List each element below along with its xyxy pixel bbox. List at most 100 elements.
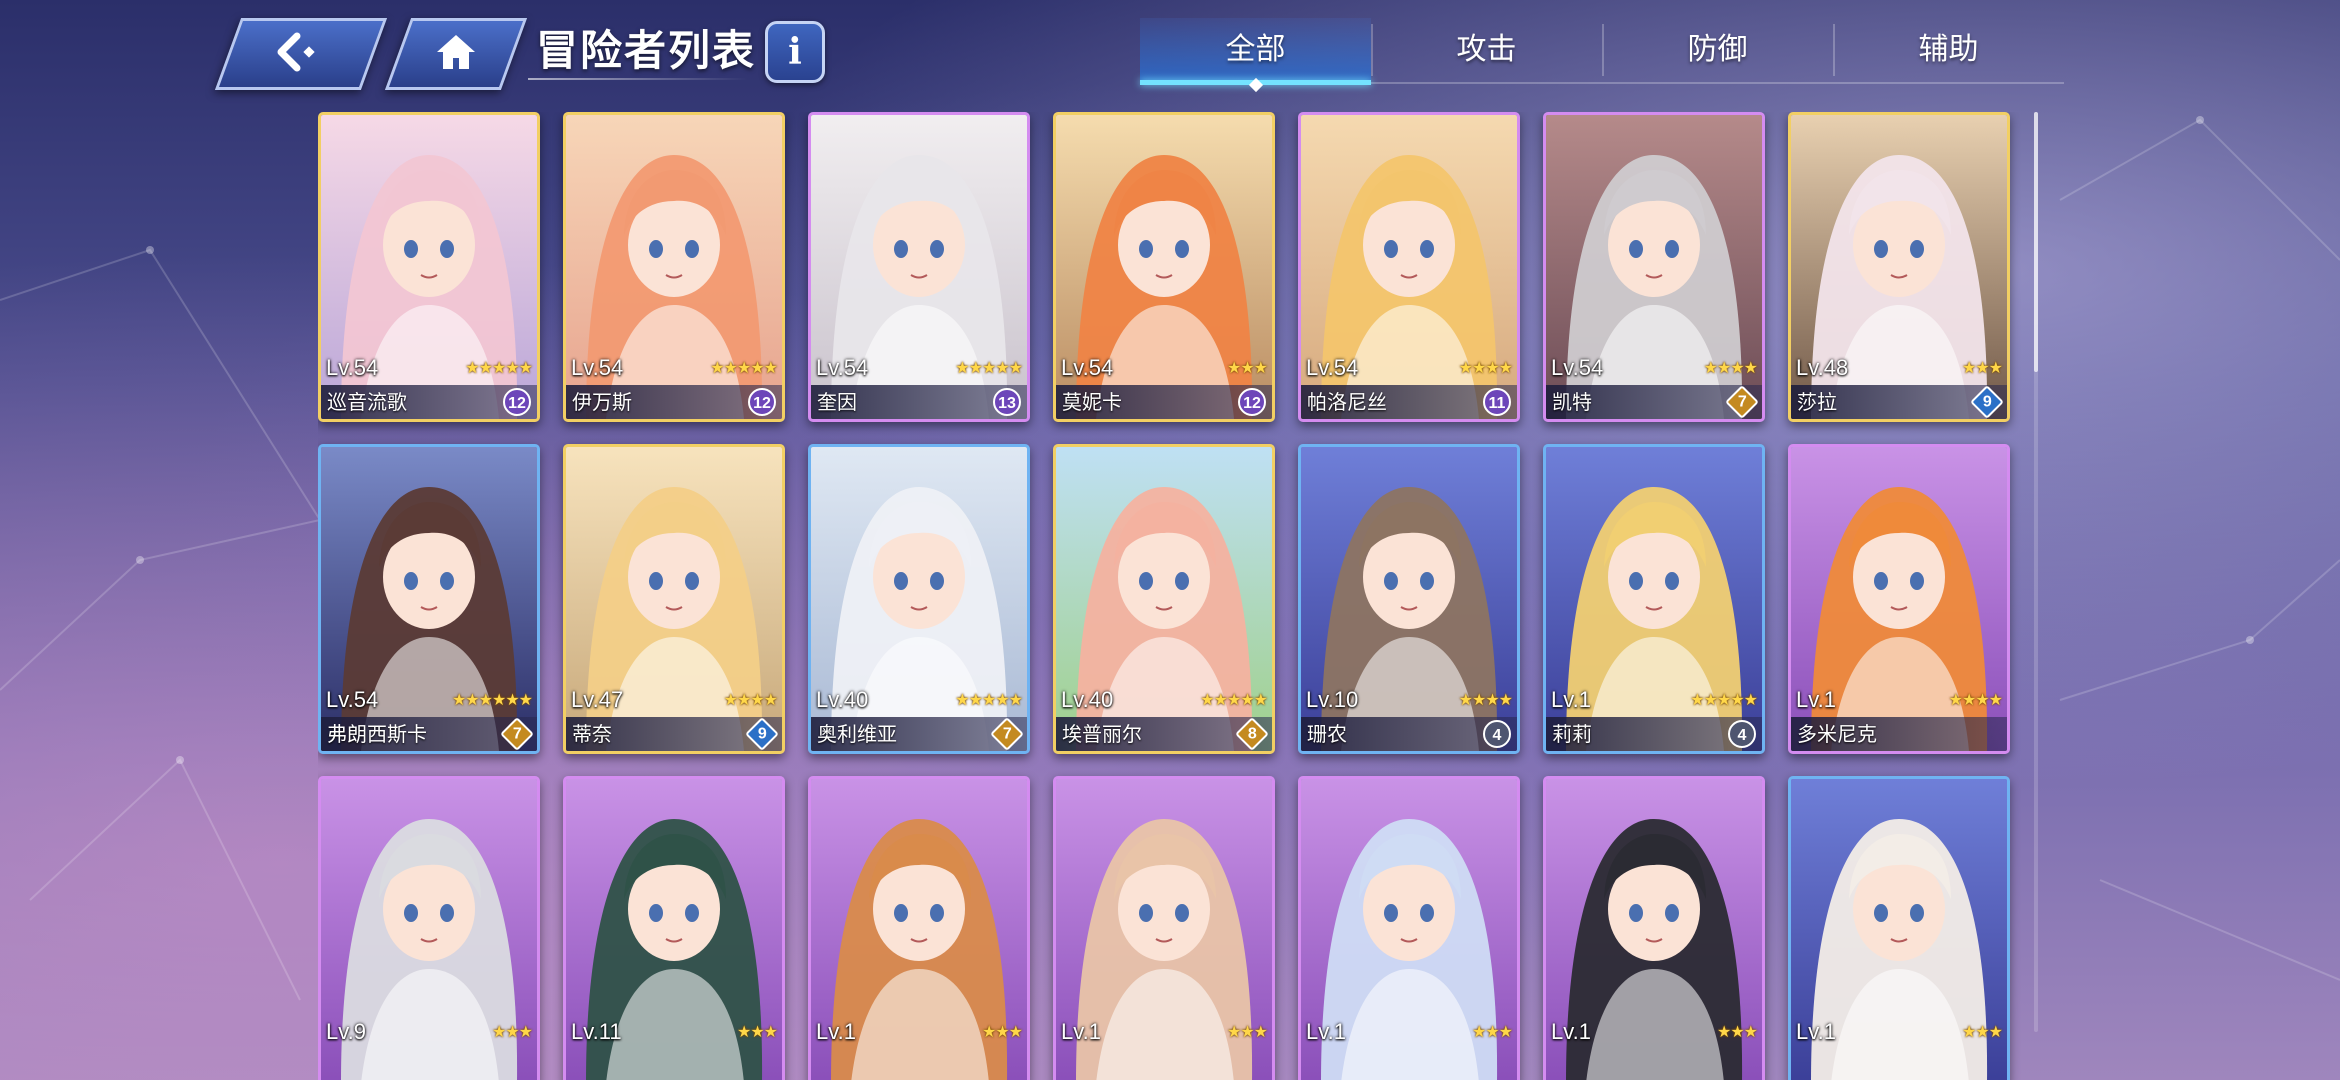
adventurer-name: 蒂奈 xyxy=(572,722,612,746)
home-icon xyxy=(434,32,478,76)
star-rating: ★★★ xyxy=(981,1022,1023,1041)
star-rating: ★★★ xyxy=(1716,1022,1758,1041)
level-label: Lv.10 xyxy=(1306,687,1359,712)
tab-support[interactable]: 辅助 xyxy=(1833,18,2064,82)
level-label: Lv.40 xyxy=(1061,687,1114,712)
star-rating: ★★★★★ xyxy=(465,358,533,377)
tab-label: 攻击 xyxy=(1456,32,1517,67)
level-label: Lv.54 xyxy=(816,355,869,380)
back-button[interactable] xyxy=(214,18,388,90)
level-label: Lv.1 xyxy=(1551,687,1591,712)
back-arrow-icon xyxy=(273,32,329,76)
adventurer-card[interactable]: Lv.1 ★★★ xyxy=(1053,776,1275,1080)
level-label: Lv.1 xyxy=(1306,1019,1346,1044)
adventurer-card[interactable]: Lv.40 ★★★★★ 奥利维亚 7 xyxy=(808,444,1030,754)
adventurer-name: 埃普丽尔 xyxy=(1062,722,1142,746)
level-label: Lv.54 xyxy=(1061,355,1114,380)
rank-badge: 12 xyxy=(748,388,776,416)
level-label: Lv.9 xyxy=(326,1019,366,1044)
star-rating: ★★★ xyxy=(1226,1022,1268,1041)
role-filter-tabs: 全部 攻击 防御 辅助 xyxy=(1140,18,2064,93)
adventurer-name: 莎拉 xyxy=(1797,390,1837,414)
adventurer-name: 凯特 xyxy=(1552,390,1592,414)
scrollbar-thumb[interactable] xyxy=(2034,112,2038,372)
title-divider xyxy=(528,78,748,80)
adventurer-name: 莫妮卡 xyxy=(1062,390,1122,414)
star-rating: ★★★★★ xyxy=(955,358,1023,377)
rank-badge: 12 xyxy=(503,388,531,416)
adventurer-card[interactable]: Lv.1 ★★★★ 多米尼克 xyxy=(1788,444,2010,754)
adventurer-name: 巡音流歌 xyxy=(327,390,407,414)
level-label: Lv.1 xyxy=(1551,1019,1591,1044)
adventurer-card[interactable]: Lv.54 ★★★★★ 巡音流歌 12 xyxy=(318,112,540,422)
adventurer-name: 珊农 xyxy=(1307,722,1347,746)
rank-badge: 4 xyxy=(1483,720,1511,748)
star-rating: ★★★ xyxy=(736,1022,778,1041)
tab-defense[interactable]: 防御 xyxy=(1602,18,1833,82)
level-label: Lv.54 xyxy=(571,355,624,380)
star-rating: ★★★★ xyxy=(1458,690,1513,709)
tab-label: 辅助 xyxy=(1918,32,1979,67)
star-rating: ★★★★★ xyxy=(710,358,778,377)
adventurer-card[interactable]: Lv.1 ★★★★★ 莉莉 4 xyxy=(1543,444,1765,754)
level-label: Lv.11 xyxy=(571,1019,622,1044)
adventurer-card[interactable]: Lv.1 ★★★ xyxy=(1543,776,1765,1080)
adventurer-card[interactable]: Lv.11 ★★★ xyxy=(563,776,785,1080)
page-title: 冒险者列表 xyxy=(536,26,757,75)
adventurer-card[interactable]: Lv.54 ★★★★★ 奎因 13 xyxy=(808,112,1030,422)
star-rating: ★★★★★ xyxy=(1200,690,1268,709)
level-label: Lv.54 xyxy=(1306,355,1359,380)
rank-badge: 13 xyxy=(993,388,1021,416)
level-label: Lv.1 xyxy=(1061,1019,1101,1044)
rank-badge: 11 xyxy=(1483,388,1511,416)
adventurer-name: 多米尼克 xyxy=(1797,722,1877,746)
level-label: Lv.1 xyxy=(1796,687,1836,712)
star-rating: ★★★★ xyxy=(1458,358,1513,377)
level-label: Lv.1 xyxy=(1796,1019,1836,1044)
adventurer-card[interactable]: Lv.1 ★★★ xyxy=(808,776,1030,1080)
tab-all[interactable]: 全部 xyxy=(1140,18,1371,93)
info-button[interactable]: i xyxy=(765,21,825,83)
adventurer-card[interactable]: Lv.54 ★★★ 莫妮卡 12 xyxy=(1053,112,1275,422)
adventurer-card[interactable]: Lv.54 ★★★★★ 伊万斯 12 xyxy=(563,112,785,422)
star-rating: ★★★ xyxy=(1961,1022,2003,1041)
level-label: Lv.1 xyxy=(816,1019,856,1044)
level-label: Lv.54 xyxy=(326,687,379,712)
adventurer-card[interactable]: Lv.54 ★★★★★★ 弗朗西斯卡 7 xyxy=(318,444,540,754)
tab-label: 防御 xyxy=(1687,32,1748,67)
adventurer-card[interactable]: Lv.47 ★★★★ 蒂奈 9 xyxy=(563,444,785,754)
adventurer-card[interactable]: Lv.9 ★★★ xyxy=(318,776,540,1080)
star-rating: ★★★ xyxy=(1961,358,2003,377)
adventurer-card[interactable]: Lv.54 ★★★★ 帕洛尼丝 11 xyxy=(1298,112,1520,422)
star-rating: ★★★★★ xyxy=(1690,690,1758,709)
level-label: Lv.47 xyxy=(571,687,624,712)
star-rating: ★★★ xyxy=(491,1022,533,1041)
level-label: Lv.40 xyxy=(816,687,869,712)
adventurer-name: 奥利维亚 xyxy=(817,722,897,746)
adventurer-card[interactable]: Lv.10 ★★★★ 珊农 4 xyxy=(1298,444,1520,754)
rank-badge: 4 xyxy=(1728,720,1756,748)
star-rating: ★★★★ xyxy=(1948,690,2003,709)
tab-label: 全部 xyxy=(1225,32,1286,67)
adventurer-card[interactable]: Lv.1 ★★★ xyxy=(1298,776,1520,1080)
adventurer-grid: Lv.54 ★★★★★ 巡音流歌 12 Lv.54 ★★★★★ 伊万斯 12 Lv.54 ★★★★… xyxy=(318,112,2030,1080)
adventurer-name: 莉莉 xyxy=(1552,722,1592,746)
adventurer-card[interactable]: Lv.1 ★★★ xyxy=(1788,776,2010,1080)
level-label: Lv.54 xyxy=(1551,355,1604,380)
tab-attack[interactable]: 攻击 xyxy=(1371,18,1602,82)
adventurer-name: 奎因 xyxy=(817,390,857,414)
star-rating: ★★★★ xyxy=(723,690,778,709)
star-rating: ★★★★ xyxy=(1703,358,1758,377)
grid-scrollbar[interactable] xyxy=(2034,112,2038,1032)
adventurer-name: 伊万斯 xyxy=(572,390,632,414)
star-rating: ★★★ xyxy=(1471,1022,1513,1041)
adventurer-name: 帕洛尼丝 xyxy=(1307,390,1387,414)
adventurer-list-screen: 冒险者列表 i 全部 攻击 防御 辅助 Lv.54 ★★★★★ 巡音流歌 12 Lv.5… xyxy=(0,0,2340,1080)
adventurer-card[interactable]: Lv.54 ★★★★ 凯特 7 xyxy=(1543,112,1765,422)
level-label: Lv.48 xyxy=(1796,355,1849,380)
star-rating: ★★★★★★ xyxy=(451,690,533,709)
adventurer-name: 弗朗西斯卡 xyxy=(327,722,427,746)
level-label: Lv.54 xyxy=(326,355,379,380)
adventurer-card[interactable]: Lv.48 ★★★ 莎拉 9 xyxy=(1788,112,2010,422)
adventurer-card[interactable]: Lv.40 ★★★★★ 埃普丽尔 8 xyxy=(1053,444,1275,754)
